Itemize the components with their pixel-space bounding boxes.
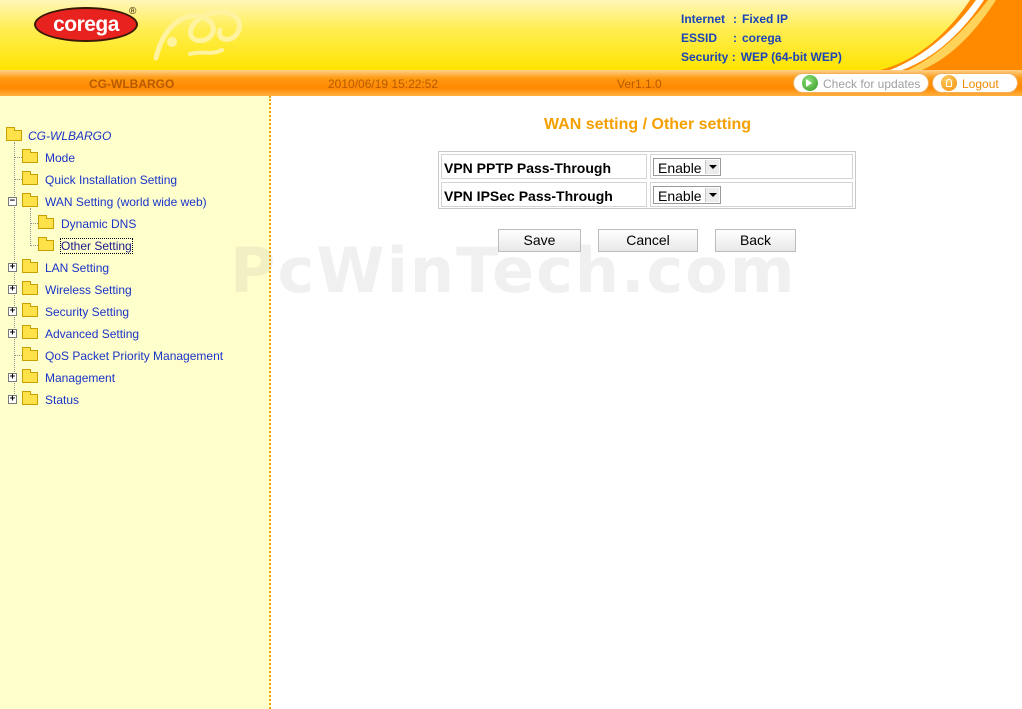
folder-icon [38,237,54,251]
sidebar-item-label: Wireless Setting [45,283,132,297]
table-row: VPN PPTP Pass-Through Enable [441,154,853,179]
security-value: WEP (64-bit WEP) [740,50,842,64]
ipsec-label: VPN IPSec Pass-Through [441,182,647,207]
tree-line [30,223,38,224]
folder-icon [22,369,38,383]
folder-icon [22,281,38,295]
model-name: CG-WLBARGO [89,77,175,91]
tree-line [14,157,22,158]
back-button[interactable]: Back [715,229,796,252]
expand-toggle[interactable]: + [8,307,17,316]
firmware-version: Ver1.1.0 [617,77,662,91]
expand-toggle[interactable]: + [8,329,17,338]
sidebar-item-label: WAN Setting (world wide web) [45,195,207,209]
cancel-button[interactable]: Cancel [598,229,698,252]
decorative-swoosh [880,0,1022,70]
essid-label: ESSID [681,31,718,45]
corega-logo: corega [34,7,138,42]
internet-row: Internet: Fixed IP [681,10,842,29]
ipsec-passthrough-select[interactable]: Enable [653,186,721,204]
header: corega ® Internet: Fixed IP ESSID: corega … [0,0,1022,70]
folder-icon [22,391,38,405]
internet-label: Internet [681,12,726,26]
sidebar-item-label: Quick Installation Setting [45,173,178,187]
sidebar-item-label: Management [45,371,116,385]
internet-value: Fixed IP [742,12,789,26]
chevron-down-icon[interactable] [705,160,719,174]
logo-text: corega [53,13,119,36]
update-arrow-icon [802,75,818,91]
sidebar-item-label: Advanced Setting [45,327,140,341]
separator: : [731,50,736,64]
sidebar-item-label: Dynamic DNS [61,217,137,231]
decorative-flourish-icon [153,9,242,61]
pptp-value-cell: Enable [650,154,853,179]
tree-line [30,208,31,246]
folder-icon [22,325,38,339]
connection-status: Internet: Fixed IP ESSID: corega Security … [681,10,842,67]
folder-icon [38,215,54,229]
essid-row: ESSID: corega [681,29,842,48]
tree-line [14,179,22,180]
logout-label: Logout [962,77,999,91]
sidebar-item-label: Other Setting [60,238,133,254]
separator: : [733,31,737,45]
pptp-passthrough-select[interactable]: Enable [653,158,721,176]
top-status-bar: CG-WLBARGO 2010/06/19 15:22:52 Ver1.1.0 … [0,70,1022,96]
expand-toggle[interactable]: + [8,285,17,294]
page-title: WAN setting / Other setting [543,116,752,133]
settings-table: VPN PPTP Pass-Through Enable VPN IPSec P… [438,151,856,209]
expand-toggle[interactable]: + [8,395,17,404]
separator: : [733,12,737,26]
sidebar-item-label: Status [45,393,80,407]
folder-icon [22,347,38,361]
ipsec-selected-value: Enable [658,188,702,204]
expand-toggle[interactable]: + [8,373,17,382]
sidebar-item-label: QoS Packet Priority Management [45,349,224,363]
tree-line [30,245,38,246]
check-updates-label: Check for updates [823,77,921,91]
folder-icon [22,149,38,163]
essid-value: corega [742,31,782,45]
folder-icon [22,259,38,273]
logout-button[interactable]: Logout [932,73,1018,93]
check-updates-button[interactable]: Check for updates [793,73,929,93]
security-label: Security [681,50,729,64]
sidebar-navigation: CG-WLBARGO Mode Quick Installation Setti… [0,96,271,709]
sidebar-root-label: CG-WLBARGO [28,129,112,143]
sidebar-item-label: Mode [45,151,76,165]
tree-line [14,355,22,356]
collapse-toggle[interactable]: − [8,197,17,206]
expand-toggle[interactable]: + [8,263,17,272]
table-row: VPN IPSec Pass-Through Enable [441,182,853,207]
pptp-selected-value: Enable [658,160,702,176]
date-time: 2010/06/19 15:22:52 [328,77,439,91]
open-folder-icon [22,193,38,207]
sidebar-item-label: LAN Setting [45,261,110,275]
security-row: Security : WEP (64-bit WEP) [681,48,842,67]
registered-mark: ® [129,6,137,17]
folder-icon [22,171,38,185]
pptp-label: VPN PPTP Pass-Through [441,154,647,179]
logout-lock-icon [941,75,957,91]
chevron-down-icon[interactable] [705,188,719,202]
ipsec-value-cell: Enable [650,182,853,207]
save-button[interactable]: Save [498,229,581,252]
open-folder-icon [6,127,22,141]
folder-icon [22,303,38,317]
sidebar-item-label: Security Setting [45,305,130,319]
